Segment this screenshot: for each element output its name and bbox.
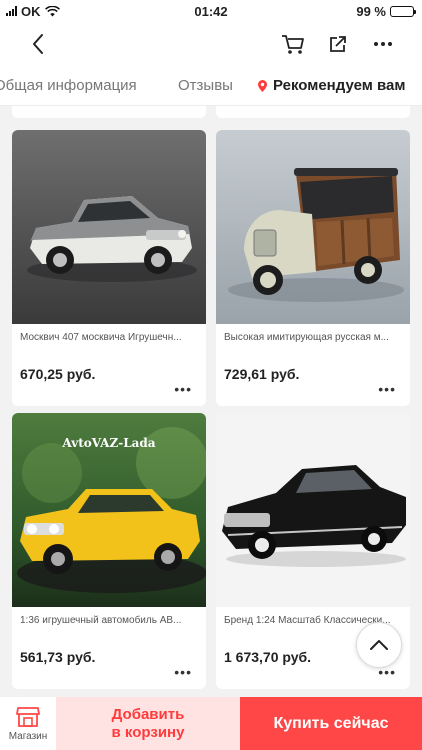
product-price: 1 673,70 руб. [224,649,312,665]
image-caption: AvtoVAZ-Lada [61,436,155,450]
status-time: 01:42 [194,3,228,19]
cart-icon [282,35,304,54]
cart-button[interactable] [277,28,309,60]
more-button[interactable] [367,28,399,60]
back-button[interactable] [22,28,54,60]
scroll-to-top-button[interactable] [356,622,402,668]
tab-recommended-label: Рекомендуем вам [273,77,406,94]
product-title: Высокая имитирующая русская м... [224,332,389,343]
chevron-up-icon [370,640,388,650]
tab-reviews[interactable]: Отзывы [178,77,233,94]
more-icon [374,42,392,46]
shop-button[interactable]: Магазин [0,697,56,750]
status-right: 99 % [356,3,416,19]
product-card[interactable]: AvtoVAZ-Lada 1:36 игрушечный автомобиль … [12,413,206,689]
buy-now-button[interactable]: Купить сейчас [240,697,422,750]
product-price: 561,73 руб. [20,649,96,665]
product-price: 670,25 руб. [20,366,96,382]
product-image-gray-sedan [12,130,206,324]
product-title: 1:36 игрушечный автомобиль АВ... [20,615,182,626]
product-more-button[interactable]: ••• [174,665,192,679]
share-icon [330,36,346,52]
status-bar: OK 01:42 99 % [0,0,422,22]
add-to-cart-button[interactable]: Добавить в корзину [56,697,240,750]
carrier-label: OK [21,3,41,19]
product-image-yellow-lada: AvtoVAZ-Lada [12,413,206,607]
chevron-left-icon [33,34,43,54]
status-left: OK [6,4,60,19]
location-pin-icon [258,79,267,92]
product-title: Москвич 407 москвича Игрушечн... [20,332,182,343]
shop-label: Магазин [8,730,48,742]
battery-percent: 99 % [356,3,386,19]
bottom-action-bar: Магазин Добавить в корзину Купить сейчас [0,697,422,750]
share-button[interactable] [322,28,354,60]
battery-icon [390,5,416,17]
nav-bar [0,22,422,66]
product-card[interactable]: Высокая имитирующая русская м... 729,61 … [216,130,410,406]
tab-general-info[interactable]: Общая информация [0,77,137,94]
product-image-wood-wagon [216,130,410,324]
product-price: 729,61 руб. [224,366,300,382]
product-image-black-volga [216,413,410,607]
section-tabs: Общая информация Отзывы Рекомендуем вам [0,66,422,106]
tab-recommended[interactable]: Рекомендуем вам [258,77,405,94]
product-more-button[interactable]: ••• [378,382,396,396]
product-more-button[interactable]: ••• [174,382,192,396]
previous-row-stub [0,106,422,130]
wifi-icon [44,5,60,16]
previous-card-stub [216,106,410,118]
product-card[interactable]: Москвич 407 москвича Игрушечн... 670,25 … [12,130,206,406]
previous-card-stub [12,106,206,118]
signal-icon [6,6,17,16]
store-icon [16,706,40,727]
